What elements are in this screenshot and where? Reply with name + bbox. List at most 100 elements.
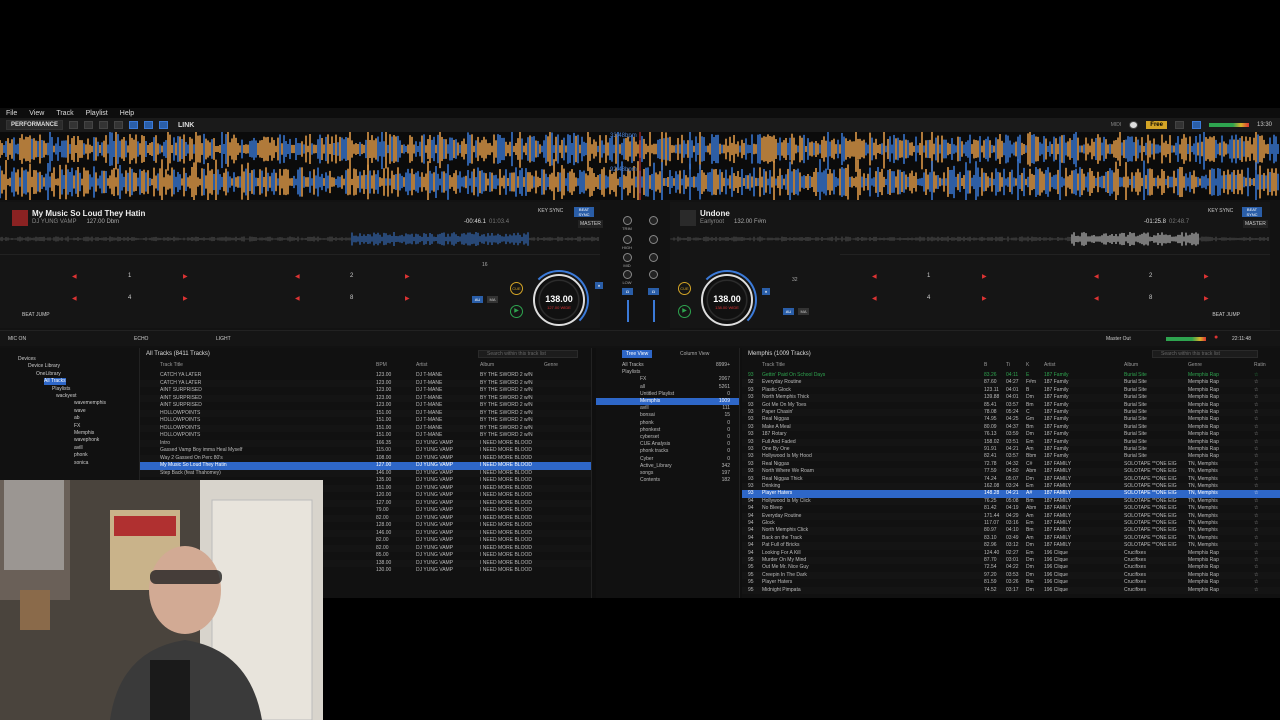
star-icon[interactable]: ☆: [1254, 379, 1268, 387]
table-row[interactable]: HOLLOWPOINTS 151.00 DJ T-MANE BY THE SWORD …: [140, 417, 591, 425]
trim-knob-left[interactable]: [623, 216, 632, 225]
tab-tree-view[interactable]: Tree View: [622, 350, 653, 358]
mid-knob-right[interactable]: [649, 253, 658, 262]
cue-headphone-right[interactable]: ◘: [648, 288, 659, 295]
table-row[interactable]: 93 Real Niggas 72.78 04:32 C# 187 FAMILY SOLOT…: [742, 461, 1280, 468]
table-row[interactable]: 94 Everyday Routine 171.44 04:29 Am 187 FAMIL…: [742, 512, 1280, 520]
tree-item[interactable]: phonk: [74, 452, 88, 459]
star-icon[interactable]: ☆: [1254, 483, 1268, 491]
table-row[interactable]: 94 Hollywood Is My Click 76.25 05:08 Bm 187 F…: [742, 497, 1280, 506]
table-row[interactable]: 93 North Where We Roam 77.59 04:50 Abm 187 FA…: [742, 468, 1280, 476]
high-knob-right[interactable]: [649, 235, 658, 244]
table-row[interactable]: CATCH YA LATER 123.00 DJ T-MANE BY THE SWOR…: [140, 379, 591, 387]
key-sync-button[interactable]: KEY SYNC: [1208, 208, 1233, 214]
playlist-item[interactable]: Contents 182: [596, 477, 739, 484]
gear-icon[interactable]: [1174, 121, 1184, 129]
tab-column-view[interactable]: Column View: [676, 350, 713, 358]
star-icon[interactable]: ☆: [1254, 505, 1268, 513]
menu-help[interactable]: Help: [120, 110, 134, 117]
star-icon[interactable]: ☆: [1254, 402, 1268, 410]
master-button[interactable]: MASTER: [1243, 220, 1268, 228]
playlist-item[interactable]: phonkest 0: [596, 427, 739, 434]
play-button[interactable]: ▶: [678, 305, 691, 318]
light-fx-button[interactable]: LIGHT: [216, 336, 231, 342]
star-icon[interactable]: ☆: [1254, 557, 1268, 565]
column-time[interactable]: Ti: [1006, 362, 1010, 368]
pad-value[interactable]: 4: [927, 295, 930, 301]
table-row[interactable]: 93 Full And Faded 158.02 03:51 Em 187 Family B…: [742, 438, 1280, 447]
column-bpm[interactable]: BPM: [376, 362, 387, 368]
table-row[interactable]: 94 Back on the Track 83.10 03:49 Am 187 FAMIL…: [742, 535, 1280, 542]
star-icon[interactable]: ☆: [1254, 461, 1268, 469]
table-row[interactable]: 95 Player Haters 81.59 03:26 Bm 196 Clique Cru…: [742, 579, 1280, 586]
trim-knob-right[interactable]: [649, 216, 658, 225]
monitor-icon[interactable]: [1191, 121, 1201, 129]
master-button[interactable]: MASTER: [578, 220, 603, 228]
key-lock-button[interactable]: ♦: [762, 288, 770, 295]
mid-knob-left[interactable]: [623, 253, 632, 262]
star-icon[interactable]: ☆: [1254, 394, 1268, 402]
star-icon[interactable]: ☆: [1254, 468, 1268, 476]
star-icon[interactable]: ☆: [1254, 572, 1268, 580]
star-icon[interactable]: ☆: [1254, 409, 1268, 417]
echo-fx-button[interactable]: ECHO: [134, 336, 148, 342]
column-album[interactable]: Album: [1124, 362, 1138, 368]
table-row[interactable]: 93 Real Niggas 74.95 04:25 Gm 187 Family Buria…: [742, 416, 1280, 423]
jump-left-arrow-icon[interactable]: ◀: [872, 295, 877, 302]
manual-button[interactable]: MA: [798, 308, 809, 315]
cue-headphone-left[interactable]: ◘: [622, 288, 633, 295]
menu-track[interactable]: Track: [56, 110, 73, 117]
star-icon[interactable]: ☆: [1254, 372, 1268, 380]
manual-button[interactable]: MA: [487, 296, 498, 303]
column-rating[interactable]: Ratin: [1254, 362, 1266, 368]
jump-left-arrow-icon[interactable]: ◀: [72, 295, 77, 302]
low-knob-left[interactable]: [623, 270, 632, 279]
jump-right-arrow-icon[interactable]: ▶: [1204, 295, 1209, 302]
table-row[interactable]: 93 Player Haters 148.28 04:21 A# 187 FAMILY SO…: [742, 490, 1280, 498]
playlist-item[interactable]: cyberset 0: [596, 434, 739, 441]
playlist-item[interactable]: Memphis 1009: [596, 398, 739, 406]
table-row[interactable]: My Music So Loud They Hatin 127.00 DJ YUNG…: [140, 462, 591, 470]
tree-item[interactable]: FX: [74, 423, 80, 430]
loop-left-arrow-icon[interactable]: ◀: [872, 273, 877, 280]
playlist-item[interactable]: Playlists: [596, 369, 739, 376]
table-row[interactable]: HOLLOWPOINTS 151.00 DJ T-MANE BY THE SWORD …: [140, 424, 591, 432]
account-icon[interactable]: [1129, 121, 1139, 129]
star-icon[interactable]: ☆: [1254, 439, 1268, 447]
search-input[interactable]: Search within this track list: [478, 350, 578, 358]
jump-left-arrow-icon[interactable]: ◀: [1094, 295, 1099, 302]
star-icon[interactable]: ☆: [1254, 431, 1268, 439]
star-icon[interactable]: ☆: [1254, 424, 1268, 432]
column-track-title[interactable]: Track Title: [160, 362, 183, 368]
table-row[interactable]: 94 Glock 117.07 03:16 Em 187 FAMILY SOLOTAPE *…: [742, 520, 1280, 527]
cue-button[interactable]: CUE: [510, 282, 523, 295]
tree-item[interactable]: Device Library: [28, 363, 60, 370]
mixer-icon[interactable]: [99, 121, 109, 129]
table-row[interactable]: Step Back (feat Thahomey) 146.00 DJ YUNG V…: [140, 469, 591, 477]
star-icon[interactable]: ☆: [1254, 520, 1268, 528]
high-knob-left[interactable]: [623, 235, 632, 244]
channel-fader-left[interactable]: [627, 300, 629, 322]
table-row[interactable]: 93 Drinking 162.08 03:24 Em 187 FAMILY SOLOTAP…: [742, 483, 1280, 491]
star-icon[interactable]: ☆: [1254, 542, 1268, 550]
jump-right-arrow-icon[interactable]: ▶: [982, 295, 987, 302]
star-icon[interactable]: ☆: [1254, 564, 1268, 572]
loop-left-arrow-icon[interactable]: ◀: [295, 273, 300, 280]
table-row[interactable]: Gassed Vamp Boy imma Heal Myself 115.00 DJ…: [140, 447, 591, 455]
table-row[interactable]: 95 Midnight Pimpata 74.52 03:17 Dm 196 Clique…: [742, 586, 1280, 594]
pad-value[interactable]: 8: [1149, 295, 1152, 301]
pad-value[interactable]: 2: [350, 273, 353, 279]
record-icon[interactable]: ●: [1214, 334, 1218, 341]
table-row[interactable]: 95 Out Me Mr. Nice Guy 72.54 04:22 Dm 196 Cli…: [742, 564, 1280, 571]
enlarged-waveforms[interactable]: 33.48bpm 92.48bpm: [0, 132, 1280, 200]
deck-icon[interactable]: [84, 121, 94, 129]
star-icon[interactable]: ☆: [1254, 490, 1268, 498]
table-row[interactable]: 94 Looking For A Kill 124.40 02:27 Em 196 Cli…: [742, 550, 1280, 557]
column-album[interactable]: Album: [480, 362, 494, 368]
pad-value[interactable]: 1: [927, 273, 930, 279]
beat-jump-label[interactable]: BEAT JUMP: [1212, 312, 1240, 318]
hotcue-pads[interactable]: ◀ 1 ▶ ◀ 2 ▶ ◀ 4 ▶ ◀ 8 ▶: [840, 254, 1270, 306]
table-row[interactable]: 93 Hollywood Is My Hood 82.41 03:57 Bbm 187 F…: [742, 453, 1280, 461]
pad-value[interactable]: 1: [128, 273, 131, 279]
playlist-item[interactable]: songs 197: [596, 470, 739, 477]
